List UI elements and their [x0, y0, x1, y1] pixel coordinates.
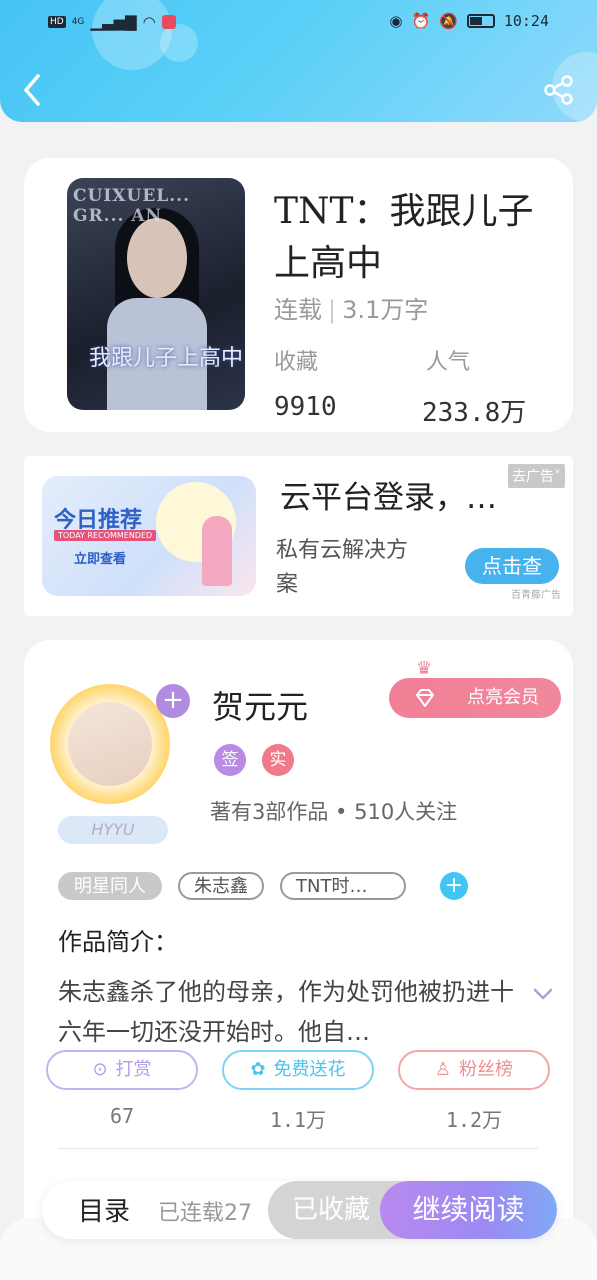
send-flower-button[interactable]: ✿ 免费送花 [222, 1050, 374, 1090]
chevron-down-icon: ˅ [554, 469, 561, 485]
follow-button[interactable]: + [156, 684, 190, 718]
book-cover[interactable]: CUIXUEL... GR... AN 我跟儿子上高中 [67, 178, 245, 410]
app-notification-icon [161, 15, 176, 29]
continue-reading-button[interactable]: 继续阅读 [380, 1181, 557, 1239]
toc-button[interactable]: 目录 [78, 1191, 130, 1228]
avatar-image [68, 702, 152, 786]
ad-image-subtitle: TODAY RECOMMENDED [54, 530, 157, 541]
mute-icon: 🔕 [439, 12, 458, 30]
serial-status: 已连载27 [158, 1201, 252, 1226]
favorites-label: 收藏 [274, 350, 319, 375]
wifi-icon: ◠ [142, 13, 156, 31]
cover-figure-face [127, 218, 187, 298]
remove-ad-button[interactable]: 去广告˅ [508, 464, 565, 488]
book-word-count: 3.1万字 [342, 296, 429, 324]
chevron-down-icon[interactable] [531, 984, 555, 1004]
fans-rank-button[interactable]: ♙ 粉丝榜 [398, 1050, 550, 1090]
author-avatar[interactable]: + HYYU [50, 684, 190, 844]
ad-image-cta: 立即查看 [74, 552, 127, 567]
tag-item[interactable]: 明星同人 [58, 872, 162, 900]
tip-count: 67 [109, 1104, 135, 1128]
network-indicator: 4G [71, 17, 85, 27]
chevron-left-icon [24, 74, 40, 106]
remove-ad-label: 去广告 [512, 469, 554, 485]
add-tag-button[interactable]: + [440, 872, 468, 900]
book-title: TNT：我跟儿子上高中 [274, 191, 534, 284]
hd-indicator: HD [48, 16, 66, 28]
book-status: 连载 [274, 296, 322, 324]
popularity-label: 人气 [426, 350, 471, 375]
avatar-label: HYYU [58, 816, 168, 844]
fans-icon: ♙ [434, 1059, 452, 1080]
vip-button[interactable]: 点亮会员 [389, 678, 561, 718]
meta-separator: | [328, 296, 337, 324]
alarm-icon: ⏰ [411, 12, 431, 30]
ad-banner[interactable]: 今日推荐 TODAY RECOMMENDED 立即查看 云平台登录，… 去广告˅… [24, 456, 573, 616]
flower-count: 1.1万 [269, 1108, 327, 1132]
send-flower-label: 免费送花 [273, 1059, 346, 1080]
ad-source: 百青藤广告 [511, 590, 561, 601]
tag-list: 明星同人 朱志鑫 TNT时… + [58, 872, 468, 900]
divider [58, 1148, 538, 1149]
intro-text: 朱志鑫杀了他的母亲，作为处罚他被扔进十六年一切还没开始时。他自… [58, 978, 514, 1046]
intro-label: 作品简介： [58, 928, 178, 956]
cover-title-cn: 我跟儿子上高中 [89, 346, 244, 371]
share-icon [544, 75, 573, 105]
book-info-card: CUIXUEL... GR... AN 我跟儿子上高中 TNT：我跟儿子上高中 … [24, 158, 573, 432]
clock: 10:24 [503, 12, 549, 30]
fans-count: 1.2万 [445, 1108, 503, 1132]
verified-badge: 实 [262, 744, 294, 776]
fans-rank-label: 粉丝榜 [459, 1059, 514, 1080]
eye-icon: ◉ [389, 12, 403, 30]
tip-button[interactable]: ⊙ 打赏 [46, 1050, 198, 1090]
action-row: ⊙ 打赏 ✿ 免费送花 ♙ 粉丝榜 [46, 1050, 556, 1094]
share-button[interactable] [543, 74, 575, 106]
book-meta: 连载 | 3.1万字 [274, 290, 428, 325]
tag-item[interactable]: 朱志鑫 [178, 872, 264, 900]
top-header: HD 4G ▁▃▅▇ ◠ ◉ ⏰ 🔕 10:24 [0, 0, 597, 122]
yen-icon: ⊙ [92, 1059, 108, 1080]
vip-button-label: 点亮会员 [467, 687, 539, 708]
back-button[interactable] [18, 70, 50, 110]
ad-description: 私有云解决方案 [276, 538, 409, 597]
cover-title-en: CUIXUEL... GR... AN [73, 186, 190, 226]
signed-badge: 签 [214, 744, 246, 776]
status-bar: HD 4G ▁▃▅▇ ◠ ◉ ⏰ 🔕 10:24 [0, 8, 597, 38]
popularity-value: 233.8万 [422, 398, 527, 428]
ad-image[interactable]: 今日推荐 TODAY RECOMMENDED 立即查看 [42, 476, 256, 596]
author-name[interactable]: 贺元元 [212, 682, 308, 728]
tip-label: 打赏 [115, 1059, 152, 1080]
author-stats: 著有3部作品 • 510人关注 [210, 800, 458, 824]
battery-icon [466, 14, 495, 28]
favorites-value: 9910 [274, 392, 337, 422]
diamond-icon [416, 689, 434, 707]
ad-cta-button[interactable]: 点击查 [465, 548, 559, 584]
ad-image-figure [202, 516, 232, 586]
flower-icon: ✿ [250, 1059, 266, 1080]
tag-item[interactable]: TNT时… [280, 872, 406, 900]
bottom-action-bar: 目录 已连载27 已收藏 继续阅读 [42, 1181, 557, 1239]
signal-icon: ▁▃▅▇ [90, 13, 137, 31]
crown-icon: ♛ [416, 658, 433, 679]
ad-title: 云平台登录，… [280, 480, 497, 516]
